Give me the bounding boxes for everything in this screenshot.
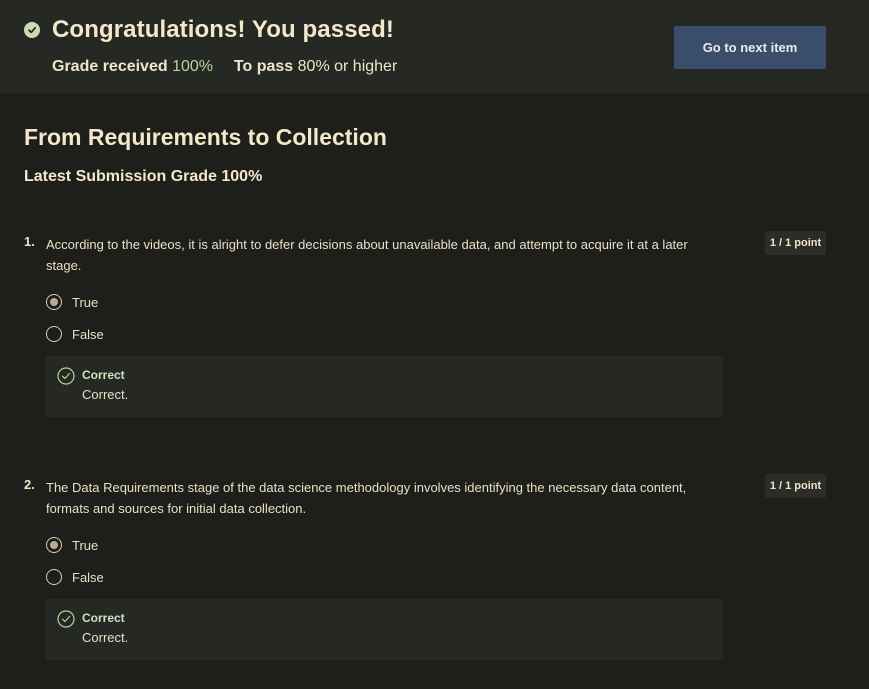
to-pass-suffix: or higher [334, 58, 398, 75]
question-number: 1. [24, 234, 35, 249]
option-true[interactable]: True [46, 294, 98, 310]
congrats-heading: Congratulations! You passed! [52, 16, 394, 43]
question-number: 2. [24, 477, 35, 492]
feedback-box: Correct Correct. [46, 599, 723, 660]
feedback-box: Correct Correct. [46, 356, 723, 417]
option-label: False [72, 569, 104, 585]
to-pass-value: 80% [297, 58, 330, 75]
feedback-text: Correct. [82, 630, 129, 645]
option-label: True [72, 537, 99, 553]
question-text: The Data Requirements stage of the data … [46, 480, 687, 516]
go-to-next-item-button[interactable]: Go to next item [674, 26, 826, 69]
radio-selected-icon[interactable] [46, 537, 62, 553]
radio-unselected-icon[interactable] [46, 326, 62, 342]
grade-received-value: 100% [172, 58, 213, 75]
option-true[interactable]: True [46, 537, 98, 553]
option-false[interactable]: False [46, 569, 104, 585]
correct-check-icon [57, 610, 75, 628]
quiz-title: From Requirements to Collection [24, 124, 387, 150]
banner-title-row: Congratulations! You passed! [24, 16, 394, 44]
correct-check-icon [57, 367, 75, 385]
feedback-title: Correct [82, 611, 125, 625]
points-badge: 1 / 1 point [765, 231, 826, 255]
latest-submission-grade: Latest Submission Grade 100% [24, 168, 263, 185]
radio-selected-icon[interactable] [46, 294, 62, 310]
result-banner: Congratulations! You passed! Grade recei… [0, 0, 869, 94]
question-text: According to the videos, it is alright t… [46, 237, 688, 273]
to-pass-label: To pass [233, 58, 294, 75]
radio-unselected-icon[interactable] [46, 569, 62, 585]
feedback-text: Correct. [82, 387, 129, 402]
check-circle-icon [24, 22, 40, 38]
option-false[interactable]: False [46, 326, 104, 342]
grade-received-label: Grade received [52, 58, 168, 75]
points-badge: 1 / 1 point [765, 474, 826, 498]
grade-summary: Grade received 100% To pass 80% or highe… [52, 58, 397, 76]
option-label: True [72, 294, 99, 310]
option-label: False [72, 326, 104, 342]
feedback-title: Correct [82, 368, 125, 382]
